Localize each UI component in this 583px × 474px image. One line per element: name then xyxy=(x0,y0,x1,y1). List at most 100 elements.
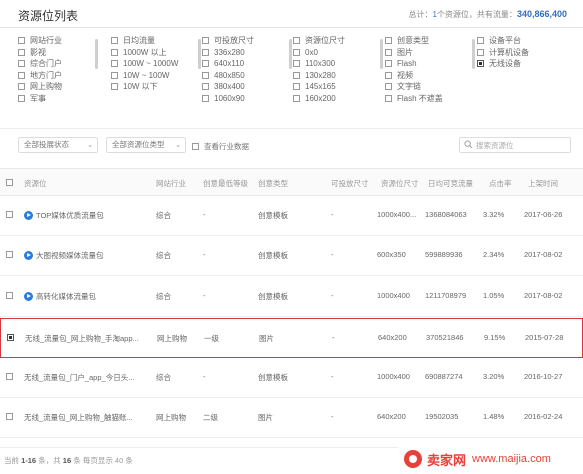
filter-option[interactable]: 图片 xyxy=(385,47,475,59)
column-header[interactable]: 创意最低等级 xyxy=(203,178,248,189)
checkbox-icon[interactable] xyxy=(202,60,209,67)
checkbox-icon[interactable] xyxy=(477,48,484,56)
column-header[interactable]: 创意类型 xyxy=(258,178,288,189)
filter-option[interactable]: Flash xyxy=(385,58,475,70)
filter-option[interactable]: Flash 不遮盖 xyxy=(385,93,475,105)
column-header[interactable]: 资源位 xyxy=(24,178,47,189)
filter-option[interactable]: 130x280 xyxy=(293,70,383,82)
checkbox-icon[interactable] xyxy=(293,94,300,102)
filter-option[interactable]: 336x280 xyxy=(202,47,292,59)
table-row[interactable]: 大图视频媒体流量包 综合 - 创意模板 - 600x350 599889936 2.34% 20… xyxy=(0,236,583,276)
filter-option[interactable]: 640x110 xyxy=(202,58,292,70)
table-row[interactable]: 无线_流量包_门户_app_今日头... 综合 - 创意模板 - 1000x400 6908… xyxy=(0,358,583,398)
filter-option[interactable]: 无线设备 xyxy=(477,58,567,70)
checkbox-icon[interactable] xyxy=(293,37,300,44)
row-checkbox[interactable] xyxy=(6,211,13,218)
cell-resource-name[interactable]: 无线_流量包_网上购物_触猫账... xyxy=(24,412,133,423)
row-checkbox[interactable] xyxy=(6,292,13,299)
filter-option[interactable]: 创意类型 xyxy=(385,35,475,47)
filter-option[interactable]: 资源位尺寸 xyxy=(293,35,383,47)
filter-option[interactable]: 100W ~ 1000W xyxy=(111,58,201,70)
row-checkbox[interactable] xyxy=(6,413,13,420)
filter-option[interactable]: 145x165 xyxy=(293,81,383,93)
table-row[interactable]: 无线_流量包_网上购物_手淘app... 网上购物 一级 图片 - 640x200 3705… xyxy=(0,318,583,358)
cell-resource-name[interactable]: 无线_流量包_门户_app_今日头... xyxy=(24,372,134,383)
checkbox-icon[interactable] xyxy=(385,37,392,44)
filter-allowed-size[interactable]: 可投放尺寸 336x280 640x110 480x850 380x400 1060x90 xyxy=(202,35,292,118)
column-header[interactable]: 可投放尺寸 xyxy=(331,178,369,189)
checkbox-icon[interactable] xyxy=(293,83,300,90)
filter-option[interactable]: 设备平台 xyxy=(477,35,567,47)
checkbox-icon[interactable] xyxy=(293,48,300,56)
filter-option[interactable]: 可投放尺寸 xyxy=(202,35,292,47)
checkbox-icon[interactable] xyxy=(202,83,209,90)
filter-option[interactable]: 网站行业 xyxy=(18,35,98,47)
table-row[interactable]: 无线_流量包_网上购物_触猫账... 网上购物 二级 图片 - 640x200 195020… xyxy=(0,398,583,438)
filter-option[interactable]: 110x300 xyxy=(293,58,383,70)
cell-resource-name[interactable]: 无线_流量包_网上购物_手淘app... xyxy=(25,333,139,344)
filter-option[interactable]: 综合门户 xyxy=(18,58,98,70)
column-header[interactable]: 上架时间 xyxy=(528,178,558,189)
checkbox-icon[interactable] xyxy=(111,83,118,90)
column-header[interactable]: 资源位尺寸 xyxy=(381,178,419,189)
filter-option[interactable]: 军事 xyxy=(18,93,98,105)
filter-option[interactable]: 10W 以下 xyxy=(111,81,201,93)
checkbox-icon[interactable] xyxy=(18,60,25,67)
checkbox-icon[interactable] xyxy=(385,83,392,90)
table-row[interactable]: TOP媒体优质流量包 综合 - 创意模板 - 1000x400... 1368084063 3… xyxy=(0,196,583,236)
checkbox-icon[interactable] xyxy=(111,71,118,79)
checkbox-icon[interactable] xyxy=(293,60,300,67)
checkbox-icon[interactable] xyxy=(385,71,392,79)
checkbox-icon[interactable] xyxy=(385,60,392,67)
select-all-checkbox[interactable] xyxy=(6,179,13,186)
checkbox-icon[interactable] xyxy=(202,71,209,79)
filter-slot-size[interactable]: 资源位尺寸 0x0 110x300 130x280 145x165 160x200 xyxy=(293,35,383,118)
row-checkbox[interactable] xyxy=(6,373,13,380)
checkbox-icon[interactable] xyxy=(385,48,392,56)
column-header[interactable]: 网站行业 xyxy=(156,178,186,189)
row-checkbox[interactable] xyxy=(7,334,14,341)
checkbox-icon[interactable] xyxy=(293,71,300,79)
checkbox-icon[interactable] xyxy=(111,48,118,56)
filter-option[interactable]: 10W ~ 100W xyxy=(111,70,201,82)
filter-industry[interactable]: 网站行业 影视 综合门户 地方门户 网上购物 军事 xyxy=(18,35,98,118)
filter-option[interactable]: 文字链 xyxy=(385,81,475,93)
status-select[interactable]: 全部投展状态 ⌄ xyxy=(18,137,98,153)
filter-option[interactable]: 1060x90 xyxy=(202,93,292,105)
checkbox-icon[interactable] xyxy=(477,37,484,44)
checkbox-icon[interactable] xyxy=(18,71,25,79)
checkbox-icon[interactable] xyxy=(18,94,25,102)
checkbox-icon[interactable] xyxy=(18,83,25,90)
table-row[interactable]: 高转化媒体流量包 综合 - 创意模板 - 1000x400 1211708979 1.05% 2… xyxy=(0,277,583,317)
filter-option[interactable]: 380x400 xyxy=(202,81,292,93)
filter-option[interactable]: 地方门户 xyxy=(18,70,98,82)
industry-data-checkbox[interactable]: 查看行业数据 xyxy=(192,141,249,152)
cell-resource-name[interactable]: 高转化媒体流量包 xyxy=(24,291,96,302)
checkbox-icon[interactable] xyxy=(111,60,118,67)
type-select[interactable]: 全部资源位类型 ⌄ xyxy=(106,137,186,153)
filter-option[interactable]: 影视 xyxy=(18,47,98,59)
checkbox-icon[interactable] xyxy=(202,37,209,44)
per-page-select[interactable]: 40 xyxy=(115,456,123,465)
checkbox-icon[interactable] xyxy=(385,94,392,102)
column-header[interactable]: 点击率 xyxy=(489,178,512,189)
filter-option[interactable]: 日均流量 xyxy=(111,35,201,47)
checkbox-icon[interactable] xyxy=(202,48,209,56)
filter-option[interactable]: 视频 xyxy=(385,70,475,82)
checkbox-icon[interactable] xyxy=(18,48,25,56)
filter-option[interactable]: 计算机设备 xyxy=(477,47,567,59)
column-header[interactable]: 日均可竞流量 xyxy=(428,178,473,189)
cell-resource-name[interactable]: TOP媒体优质流量包 xyxy=(24,210,104,221)
checkbox-icon[interactable] xyxy=(18,37,25,44)
filter-device[interactable]: 设备平台 计算机设备 无线设备 xyxy=(477,35,567,118)
checkbox-icon[interactable] xyxy=(202,94,209,102)
checkbox-icon[interactable] xyxy=(477,60,484,67)
filter-traffic[interactable]: 日均流量 1000W 以上 100W ~ 1000W 10W ~ 100W 10W 以下 xyxy=(111,35,201,118)
filter-creative-type[interactable]: 创意类型 图片 Flash 视频 文字链 Flash 不遮盖 xyxy=(385,35,475,118)
search-input[interactable]: 搜索资源位 xyxy=(459,137,571,153)
filter-option[interactable]: 网上购物 xyxy=(18,81,98,93)
cell-resource-name[interactable]: 大图视频媒体流量包 xyxy=(24,250,104,261)
filter-option[interactable]: 160x200 xyxy=(293,93,383,105)
filter-option[interactable]: 1000W 以上 xyxy=(111,47,201,59)
filter-option[interactable]: 0x0 xyxy=(293,47,383,59)
